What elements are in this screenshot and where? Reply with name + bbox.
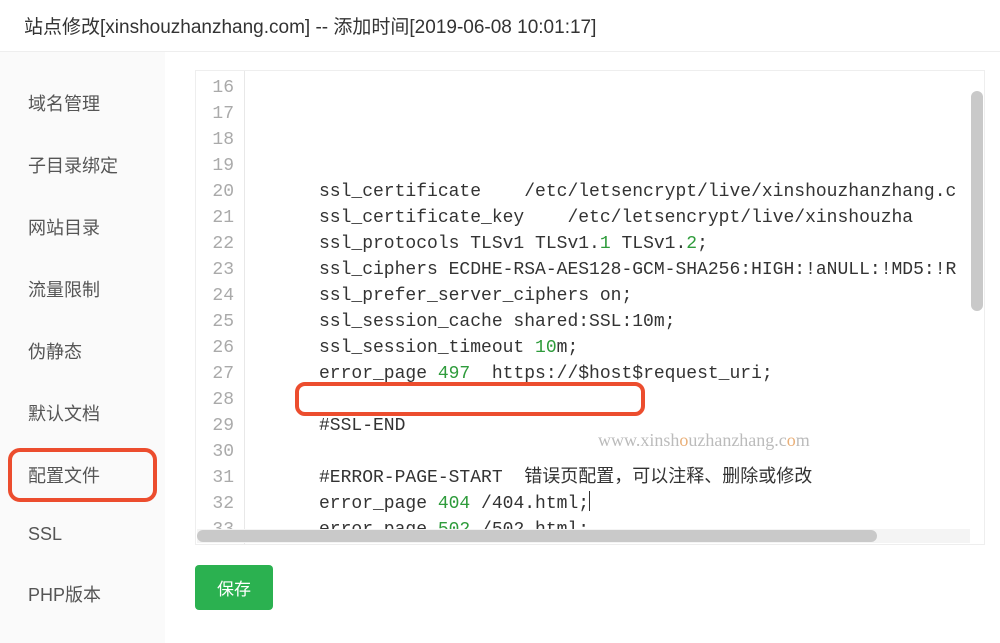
main-layout: 域名管理 子目录绑定 网站目录 流量限制 伪静态 默认文档 配置文件 SSL P… [0, 52, 1000, 643]
content-pane: 161718192021222324252627282930313233 www… [165, 52, 1000, 643]
code-line[interactable] [263, 439, 956, 465]
code-line[interactable]: #ERROR-PAGE-START 错误页配置，可以注释、删除或修改 [263, 465, 956, 491]
code-line[interactable]: #ERROR-PAGE-END [263, 543, 956, 544]
code-line[interactable]: ssl_ciphers ECDHE-RSA-AES128-GCM-SHA256:… [263, 257, 956, 283]
horizontal-scrollbar-track[interactable] [197, 529, 970, 543]
line-number: 28 [202, 387, 234, 413]
line-number: 30 [202, 439, 234, 465]
line-number: 27 [202, 361, 234, 387]
line-number: 23 [202, 257, 234, 283]
line-number: 25 [202, 309, 234, 335]
code-line[interactable]: error_page 497 https://$host$request_uri… [263, 361, 956, 387]
save-button[interactable]: 保存 [195, 565, 273, 610]
code-line[interactable]: ssl_session_cache shared:SSL:10m; [263, 309, 956, 335]
line-number: 20 [202, 179, 234, 205]
sidebar-item-config-file[interactable]: 配置文件 [0, 444, 165, 506]
line-number: 31 [202, 465, 234, 491]
code-area[interactable]: 161718192021222324252627282930313233 www… [196, 71, 984, 544]
code-line[interactable]: ssl_prefer_server_ciphers on; [263, 283, 956, 309]
vertical-scrollbar[interactable] [971, 91, 983, 311]
code-line[interactable]: ssl_certificate_key /etc/letsencrypt/liv… [263, 205, 956, 231]
code-line[interactable]: #SSL-END [263, 413, 956, 439]
editor-scroll[interactable]: 161718192021222324252627282930313233 www… [196, 71, 984, 544]
line-number: 29 [202, 413, 234, 439]
code-line[interactable]: ssl_session_timeout 10m; [263, 335, 956, 361]
code-line[interactable] [263, 387, 956, 413]
window-title: 站点修改[xinshouzhanzhang.com] -- 添加时间[2019-… [0, 0, 1000, 52]
code-line[interactable]: ssl_certificate /etc/letsencrypt/live/xi… [263, 179, 956, 205]
sidebar-item-domain[interactable]: 域名管理 [0, 72, 165, 134]
line-gutter: 161718192021222324252627282930313233 [196, 71, 245, 544]
sidebar-item-subdir[interactable]: 子目录绑定 [0, 134, 165, 196]
line-number: 22 [202, 231, 234, 257]
sidebar-item-rewrite[interactable]: 伪静态 [0, 320, 165, 382]
line-number: 21 [202, 205, 234, 231]
sidebar: 域名管理 子目录绑定 网站目录 流量限制 伪静态 默认文档 配置文件 SSL P… [0, 52, 165, 643]
horizontal-scrollbar-thumb[interactable] [197, 530, 877, 542]
code-line[interactable]: ssl_protocols TLSv1 TLSv1.1 TLSv1.2; [263, 231, 956, 257]
sidebar-item-php-version[interactable]: PHP版本 [0, 563, 165, 625]
sidebar-item-ssl[interactable]: SSL [0, 506, 165, 563]
code-line[interactable]: error_page 404 /404.html; [263, 491, 956, 517]
line-number: 24 [202, 283, 234, 309]
line-number: 32 [202, 491, 234, 517]
code-lines[interactable]: www.xinshouzhanzhang.com ssl_certificate… [245, 71, 956, 544]
text-cursor [589, 491, 590, 511]
line-number: 16 [202, 75, 234, 101]
line-number: 19 [202, 153, 234, 179]
config-editor[interactable]: 161718192021222324252627282930313233 www… [195, 70, 985, 545]
line-number: 17 [202, 101, 234, 127]
sidebar-item-webroot[interactable]: 网站目录 [0, 196, 165, 258]
line-number: 18 [202, 127, 234, 153]
sidebar-item-default-doc[interactable]: 默认文档 [0, 382, 165, 444]
sidebar-item-traffic[interactable]: 流量限制 [0, 258, 165, 320]
line-number: 26 [202, 335, 234, 361]
